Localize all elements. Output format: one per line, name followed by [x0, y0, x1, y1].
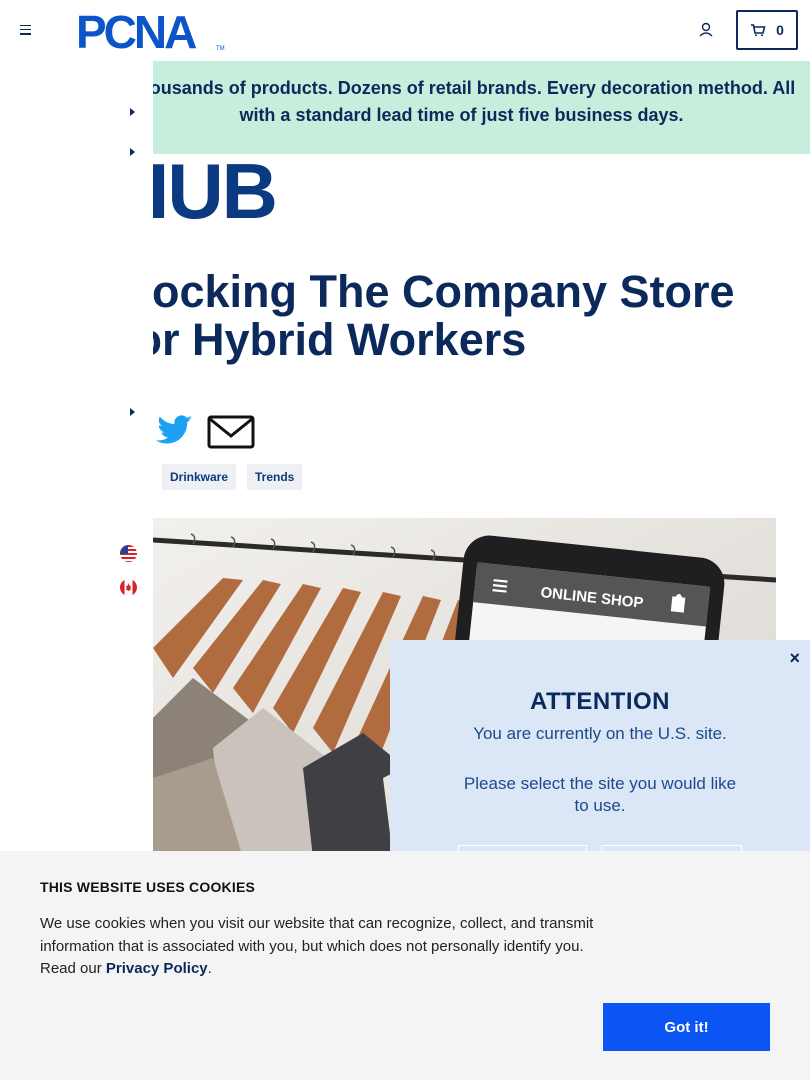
article-title: Stocking The Company Store For Hybrid Wo…	[153, 268, 735, 365]
twitter-share-icon[interactable]	[156, 414, 194, 448]
modal-question: Please select the site you would like to…	[463, 774, 737, 815]
privacy-policy-link[interactable]: Privacy Policy	[106, 960, 208, 977]
svg-text:PCNA: PCNA	[76, 8, 196, 52]
got-it-button[interactable]: Got it!	[603, 1003, 770, 1051]
cart-button[interactable]: 0	[736, 10, 798, 50]
cart-icon	[751, 24, 766, 37]
caret-right-icon[interactable]	[130, 148, 135, 156]
caret-right-icon[interactable]	[130, 108, 135, 116]
site-header: PCNA TM 0	[0, 0, 810, 60]
article-title-wrap: Stocking The Company Store For Hybrid Wo…	[153, 268, 810, 378]
svg-text:TM: TM	[216, 46, 225, 52]
region-select-modal: × ATTENTION You are currently on the U.S…	[390, 640, 810, 885]
close-icon[interactable]: ×	[789, 648, 800, 669]
modal-title: ATTENTION	[529, 688, 671, 715]
promo-banner: Thousands of products. Dozens of retail …	[153, 61, 810, 154]
us-flag-icon[interactable]	[120, 545, 137, 562]
promo-banner-text: Thousands of products. Dozens of retail …	[153, 78, 796, 125]
tag-trends[interactable]: Trends	[247, 464, 303, 490]
hub-logo: HUB	[153, 156, 293, 226]
pcna-logo[interactable]: PCNA TM	[76, 6, 226, 58]
email-share-icon[interactable]	[206, 414, 256, 450]
account-icon[interactable]	[696, 20, 716, 40]
cart-count: 0	[776, 22, 784, 38]
cookie-title: THIS WEBSITE USES COOKIES	[40, 879, 256, 895]
caret-right-icon[interactable]	[130, 408, 135, 416]
modal-message: You are currently on the U.S. site.	[473, 724, 727, 743]
menu-icon[interactable]	[20, 22, 36, 38]
tag-drinkware[interactable]: Drinkware	[162, 464, 237, 490]
pcna-logo-mark: PCNA TM	[76, 6, 225, 58]
cookie-body-period: .	[207, 960, 212, 977]
cookie-banner: THIS WEBSITE USES COOKIES We use cookies…	[0, 851, 810, 1080]
canada-flag-icon[interactable]	[120, 579, 137, 596]
cookie-body: We use cookies when you visit our websit…	[40, 913, 600, 981]
hub-logo-text: HUB	[153, 156, 278, 226]
